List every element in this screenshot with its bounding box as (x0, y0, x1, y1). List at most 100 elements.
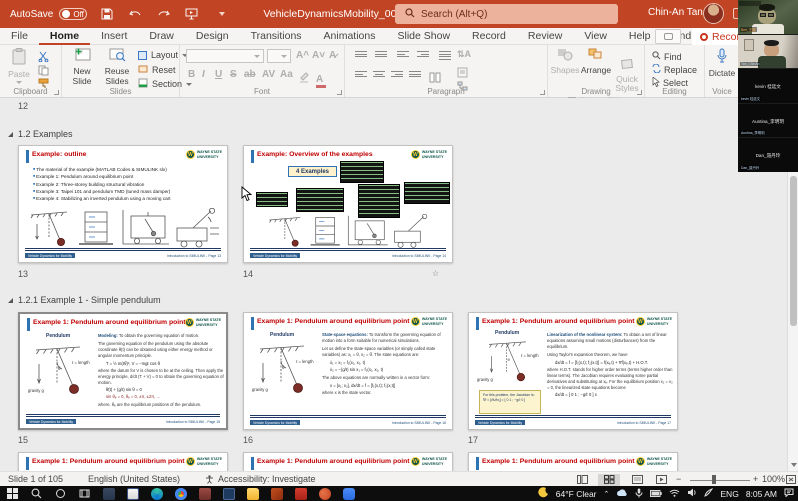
replace-button[interactable]: Replace (652, 64, 697, 75)
font-name-combo[interactable] (186, 49, 264, 63)
bold-button[interactable]: B (188, 69, 195, 80)
user-name[interactable]: Chin-An Tan (648, 7, 703, 18)
section-header-examples[interactable]: 1.2 Examples (8, 129, 73, 139)
normal-view-button[interactable] (571, 474, 593, 486)
align-center-icon[interactable] (373, 71, 385, 77)
new-slide-button[interactable]: New Slide (66, 48, 98, 86)
language-status[interactable]: English (United States) (88, 474, 180, 484)
tab-transitions[interactable]: Transitions (240, 28, 313, 45)
video-tile-3[interactable]: kevin 桂廷文 kevin 桂廷文 (738, 69, 798, 104)
reading-view-button[interactable] (626, 474, 648, 486)
slide-thumbnail-20-partial[interactable]: Example 1: Pendulum around equilibrium p… (468, 452, 678, 471)
slide-thumbnail-15[interactable]: Example 1: Pendulum around equilibrium p… (18, 312, 228, 430)
search-input[interactable]: Search (Alt+Q) (395, 4, 618, 24)
arrange-button[interactable]: Arrange (580, 48, 612, 76)
italic-button[interactable]: I (202, 69, 205, 80)
slide-thumbnail-19-partial[interactable]: Example 1: Pendulum around equilibrium p… (243, 452, 453, 471)
taskbar-app-chat[interactable] (102, 487, 115, 500)
decrease-indent-icon[interactable] (397, 51, 409, 57)
tab-file[interactable]: File (0, 28, 39, 45)
tab-draw[interactable]: Draw (138, 28, 185, 45)
reset-button[interactable]: Reset (138, 64, 176, 76)
taskbar-app-archive[interactable] (294, 487, 307, 500)
slide-sorter-view-button[interactable] (598, 474, 620, 486)
slide-thumbnail-16[interactable]: Example 1: Pendulum around equilibrium p… (243, 312, 453, 430)
strikethrough-button[interactable]: S (230, 69, 237, 80)
clipboard-dialog-launcher-icon[interactable] (54, 90, 59, 95)
dictate-button[interactable]: Dictate (707, 48, 737, 79)
justify-icon[interactable] (409, 71, 421, 77)
autosave-toggle[interactable]: Off (59, 8, 87, 20)
align-right-icon[interactable] (391, 71, 403, 77)
video-tile-1[interactable]: Ben_王晨 (738, 0, 798, 35)
taskbar-app-powerpoint[interactable] (318, 487, 331, 500)
taskbar-app-document[interactable] (126, 487, 139, 500)
change-case-button[interactable]: Aa (280, 69, 293, 80)
tab-design[interactable]: Design (185, 28, 240, 45)
zoom-slider-thumb[interactable] (712, 475, 716, 484)
slide-thumbnail-14[interactable]: Example: Overview of the examples W WAYN… (243, 145, 453, 263)
fit-slide-button[interactable] (785, 474, 797, 486)
slideshow-view-button[interactable] (650, 474, 672, 486)
video-tile-2[interactable]: Tan_ChinAn (738, 35, 798, 69)
line-spacing-icon[interactable] (439, 51, 451, 60)
slide-thumbnail-18-partial[interactable]: Example 1: Pendulum around equilibrium p… (18, 452, 228, 471)
font-dialog-launcher-icon[interactable] (337, 90, 342, 95)
start-presentation-icon[interactable] (183, 6, 199, 22)
scrollbar-down-arrow[interactable] (788, 458, 798, 471)
increase-indent-icon[interactable] (417, 51, 429, 57)
drawing-dialog-launcher-icon[interactable] (637, 90, 642, 95)
numbering-icon[interactable] (375, 51, 387, 57)
zoom-level[interactable]: 100% (762, 474, 785, 484)
taskbar-search-icon[interactable] (30, 487, 43, 500)
tab-record[interactable]: Record (461, 28, 517, 45)
tab-slide-show[interactable]: Slide Show (387, 28, 462, 45)
weather-status[interactable]: 64°F Clear (556, 489, 597, 499)
slide-thumbnail-13[interactable]: Example: outline W WAYNE STATEUNIVERSITY… (18, 145, 228, 263)
zoom-out-button[interactable]: − (676, 474, 681, 484)
undo-icon[interactable] (127, 6, 143, 22)
paragraph-dialog-launcher-icon[interactable] (540, 90, 545, 95)
taskbar-app-edge[interactable] (150, 487, 163, 500)
save-icon[interactable] (99, 6, 115, 22)
align-left-icon[interactable] (355, 71, 367, 77)
clock[interactable]: 8:05 AM (746, 489, 777, 499)
highlight-color-icon[interactable] (298, 70, 310, 88)
text-direction-icon[interactable]: ⇅A (457, 49, 471, 60)
video-tile-5[interactable]: Dan_聂丹玲 Dan_聂丹玲 (738, 138, 798, 172)
tab-review[interactable]: Review (517, 28, 573, 45)
bullets-icon[interactable] (355, 51, 367, 57)
speaker-icon[interactable] (687, 488, 697, 499)
cortana-icon[interactable] (54, 487, 67, 500)
tab-insert[interactable]: Insert (90, 28, 138, 45)
action-center-icon[interactable] (784, 488, 794, 499)
taskbar-app-spreadsheet[interactable] (222, 487, 235, 500)
tray-expand-chevron-icon[interactable]: ⌃ (604, 490, 610, 498)
microphone-tray-icon[interactable] (635, 488, 643, 500)
start-button[interactable] (6, 487, 19, 500)
battery-icon[interactable] (650, 489, 662, 499)
video-tile-4[interactable]: Auntina_李明玥 Auntina_李明玥 (738, 104, 798, 138)
clear-formatting-icon[interactable]: A̷ (329, 50, 336, 61)
columns-icon[interactable] (429, 70, 441, 88)
underline-button[interactable]: U (215, 69, 222, 80)
scrollbar-thumb[interactable] (790, 176, 797, 326)
slide-thumbnail-17[interactable]: Example 1: Pendulum around equilibrium p… (468, 312, 678, 430)
font-size-combo[interactable] (267, 49, 291, 63)
quick-access-caret-icon[interactable] (211, 6, 227, 22)
tab-view[interactable]: View (573, 28, 618, 45)
grow-font-icon[interactable]: A^ (296, 50, 309, 61)
ink-pen-icon[interactable] (704, 488, 713, 499)
zoom-slider[interactable] (690, 480, 750, 481)
shapes-button[interactable]: Shapes (550, 48, 580, 76)
tab-home[interactable]: Home (39, 28, 90, 45)
accessibility-status[interactable]: Accessibility: Investigate (205, 474, 316, 484)
comments-button[interactable] (655, 29, 681, 44)
character-spacing-button[interactable]: AV (262, 69, 275, 80)
reuse-slides-button[interactable]: Reuse Slides (100, 48, 134, 86)
zoom-in-button[interactable]: + (753, 474, 758, 484)
shrink-font-icon[interactable]: A˅ (312, 50, 325, 61)
taskbar-app-chrome[interactable] (174, 487, 187, 500)
taskbar-app-meet[interactable] (342, 487, 355, 500)
taskbar-app-media[interactable] (198, 487, 211, 500)
